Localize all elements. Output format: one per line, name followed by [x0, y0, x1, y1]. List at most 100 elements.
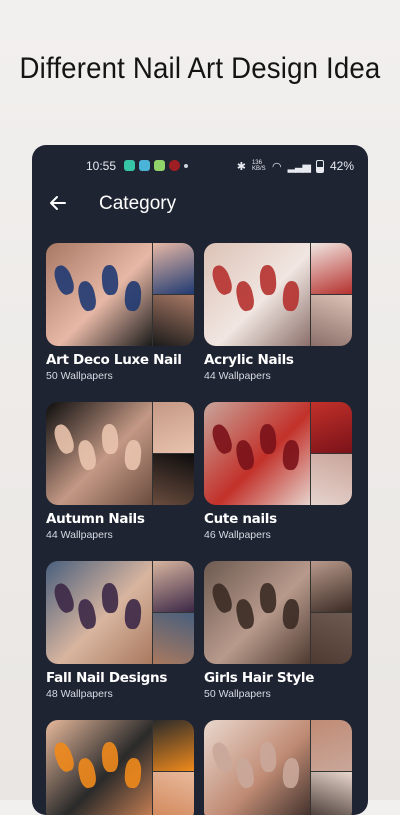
- nail-shape: [123, 439, 143, 471]
- battery-icon: [315, 159, 324, 173]
- wifi-icon: ◠: [271, 160, 282, 173]
- thumbnail-side-image-bottom: [153, 295, 194, 346]
- net-speed: 136 KB/S: [251, 160, 266, 172]
- wallpaper-count: 46 Wallpapers: [204, 529, 271, 541]
- nail-shape: [209, 263, 235, 297]
- thumbnail-side-image-bottom: [311, 454, 352, 505]
- category-name: Acrylic Nails: [204, 352, 294, 368]
- thumbnail-main-image: [204, 402, 310, 505]
- category-thumbnail: [46, 243, 194, 346]
- nail-shape: [100, 741, 120, 773]
- thumbnail-side-image-top: [153, 720, 194, 771]
- category-card[interactable]: Fall Nail Designs 48 Wallpapers: [46, 561, 194, 700]
- thumbnail-main-image: [46, 402, 152, 505]
- app-bar: Category: [32, 191, 368, 219]
- nail-shape: [123, 280, 143, 312]
- category-name: Fall Nail Designs: [46, 670, 168, 686]
- thumbnail-main-image: [204, 243, 310, 346]
- status-time: 10:55: [86, 159, 117, 173]
- nail-shape: [258, 741, 278, 773]
- thumbnail-side-image-top: [153, 402, 194, 453]
- notification-icons: [124, 160, 188, 171]
- nail-shape: [209, 740, 235, 774]
- thumbnail-side-image-top: [153, 243, 194, 294]
- category-card[interactable]: Art Deco Luxe Nail 50 Wallpapers: [46, 243, 194, 382]
- wallpaper-count: 48 Wallpapers: [46, 688, 113, 700]
- thumbnail-side-image-top: [311, 243, 352, 294]
- thumbnail-main-image: [204, 720, 310, 815]
- category-thumbnail: [46, 720, 194, 815]
- thumbnail-side-image-top: [153, 561, 194, 612]
- nail-shape: [258, 264, 278, 296]
- nail-shape: [123, 598, 143, 630]
- category-thumbnail: [204, 243, 352, 346]
- wallpaper-count: 44 Wallpapers: [204, 370, 271, 382]
- thumbnail-side-image-bottom: [153, 772, 194, 815]
- nail-shape: [281, 757, 301, 789]
- category-card[interactable]: [204, 720, 352, 815]
- nail-shape: [76, 438, 98, 472]
- message-icon: [124, 160, 135, 171]
- thumbnail-side-image-bottom: [311, 613, 352, 664]
- arrow-left-icon[interactable]: [48, 193, 70, 215]
- promo-headline: Different Nail Art Design Idea: [19, 52, 381, 85]
- status-bar: 10:55 ✱ 136 KB/S ◠ ▂▃▅ 42%: [32, 157, 368, 175]
- nail-shape: [100, 264, 120, 296]
- nail-shape: [234, 756, 256, 790]
- category-card[interactable]: Girls Hair Style 50 Wallpapers: [204, 561, 352, 700]
- nail-shape: [76, 279, 98, 313]
- wallpaper-count: 44 Wallpapers: [46, 529, 113, 541]
- nail-shape: [51, 422, 77, 456]
- thumbnail-side-image-bottom: [311, 772, 352, 815]
- category-card[interactable]: Autumn Nails 44 Wallpapers: [46, 402, 194, 541]
- nail-shape: [234, 597, 256, 631]
- nail-shape: [281, 280, 301, 312]
- thumbnail-main-image: [46, 720, 152, 815]
- nail-shape: [209, 581, 235, 615]
- status-right: ✱ 136 KB/S ◠ ▂▃▅ 42%: [237, 159, 354, 173]
- category-card[interactable]: Cute nails 46 Wallpapers: [204, 402, 352, 541]
- nail-shape: [51, 581, 77, 615]
- category-thumbnail: [204, 720, 352, 815]
- category-name: Girls Hair Style: [204, 670, 315, 686]
- category-name: Cute nails: [204, 511, 277, 527]
- nail-shape: [51, 740, 77, 774]
- category-name: Autumn Nails: [46, 511, 145, 527]
- battery-level: 42%: [329, 159, 354, 173]
- thumbnail-side-image-bottom: [153, 454, 194, 505]
- signal-icon: ▂▃▅: [287, 160, 311, 173]
- nail-shape: [234, 438, 256, 472]
- thumbnail-main-image: [46, 243, 152, 346]
- bluetooth-icon: ✱: [236, 160, 246, 173]
- app-icon: [169, 160, 180, 171]
- category-thumbnail: [204, 561, 352, 664]
- thumbnail-main-image: [46, 561, 152, 664]
- phone-frame: 10:55 ✱ 136 KB/S ◠ ▂▃▅ 42% Category Art …: [32, 145, 368, 815]
- nail-shape: [258, 423, 278, 455]
- category-thumbnail: [204, 402, 352, 505]
- category-thumbnail: [46, 561, 194, 664]
- nail-shape: [123, 757, 143, 789]
- nail-shape: [76, 756, 98, 790]
- category-thumbnail: [46, 402, 194, 505]
- thumbnail-side-image-top: [311, 720, 352, 771]
- thumbnail-side-image-top: [311, 402, 352, 453]
- nail-shape: [281, 598, 301, 630]
- nail-shape: [76, 597, 98, 631]
- category-name: Art Deco Luxe Nail: [46, 352, 182, 368]
- thumbnail-side-image-bottom: [153, 613, 194, 664]
- page-title: Category: [99, 193, 177, 214]
- thumbnail-side-image-top: [311, 561, 352, 612]
- nail-shape: [234, 279, 256, 313]
- nail-shape: [281, 439, 301, 471]
- thumbnail-side-image-bottom: [311, 295, 352, 346]
- category-card[interactable]: Acrylic Nails 44 Wallpapers: [204, 243, 352, 382]
- chat-icon: [139, 160, 150, 171]
- category-card[interactable]: [46, 720, 194, 815]
- thumbnail-main-image: [204, 561, 310, 664]
- dot-icon: [184, 164, 188, 168]
- wallpaper-count: 50 Wallpapers: [46, 370, 113, 382]
- nail-shape: [100, 582, 120, 614]
- nail-shape: [209, 422, 235, 456]
- nail-shape: [51, 263, 77, 297]
